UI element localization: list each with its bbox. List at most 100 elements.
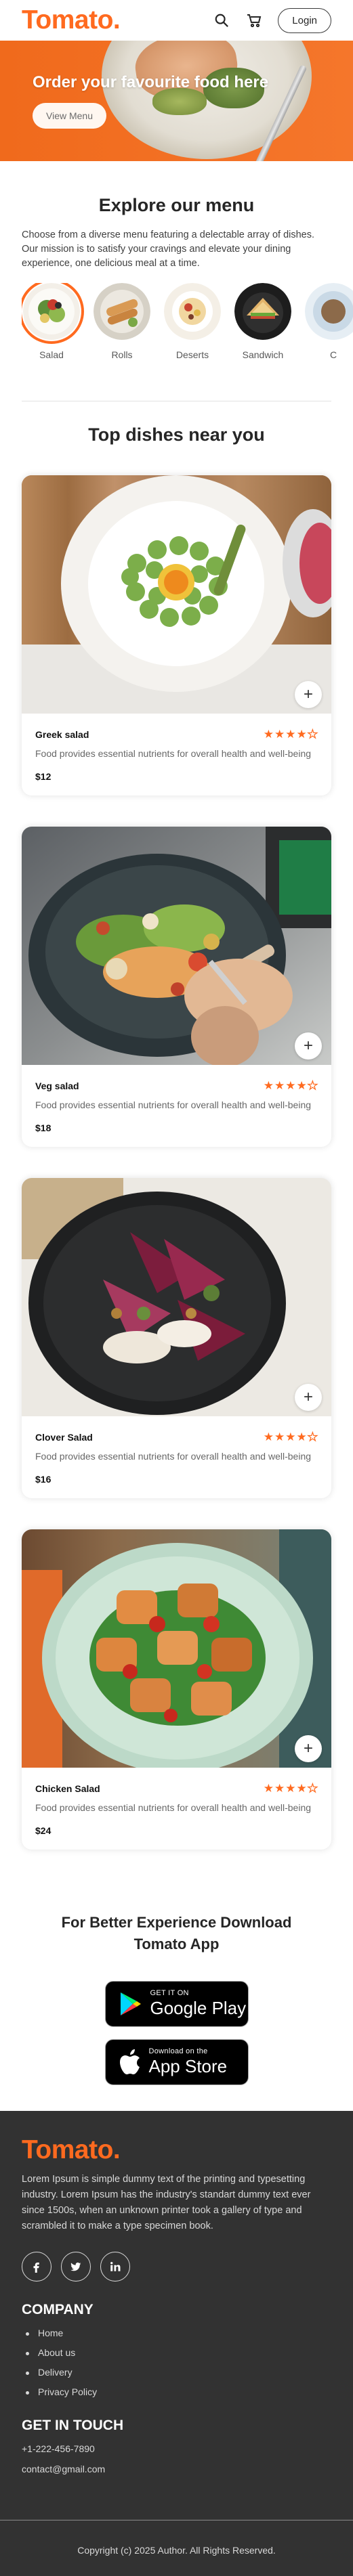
food-info: Greek salad ★ ★ ★ ★ ★ Food provides essentia… <box>22 714 331 795</box>
food-name: Chicken Salad <box>35 1783 100 1794</box>
menu-list[interactable]: Salad Rolls Deserts Sandwich C <box>22 283 353 360</box>
rating-stars: ★ ★ ★ ★ ★ <box>264 1079 318 1092</box>
menu-image <box>94 283 150 340</box>
menu-image <box>164 283 221 340</box>
company-heading: COMPANY <box>22 2302 94 2317</box>
food-price: $18 <box>35 1122 51 1133</box>
menu-item-rolls[interactable]: Rolls <box>92 283 152 360</box>
app-title-line: For Better Experience Download <box>61 1914 292 1931</box>
top-dishes-section: Top dishes near you + Greek salad ★ ★ ★ … <box>0 424 353 1850</box>
star-icon: ★ <box>285 728 296 741</box>
app-store-button[interactable]: Download on the App Store <box>104 2039 249 2085</box>
logo[interactable]: Tomato. <box>22 5 121 35</box>
food-description: Food provides essential nutrients for ov… <box>35 1802 312 1813</box>
food-header: Clover Salad ★ ★ ★ ★ ★ <box>35 1431 318 1443</box>
star-icon: ★ <box>296 1079 307 1092</box>
food-info: Veg salad ★ ★ ★ ★ ★ Food provides essential … <box>22 1065 331 1147</box>
social-links <box>22 2252 331 2282</box>
menu-item-partial[interactable]: C <box>304 283 353 360</box>
store-small-text: GET IT ON <box>150 1989 189 1997</box>
menu-image <box>305 283 353 340</box>
menu-item-deserts[interactable]: Deserts <box>163 283 222 360</box>
rating-stars: ★ ★ ★ ★ ★ <box>263 1782 318 1795</box>
star-icon: ★ <box>263 1431 274 1443</box>
star-icon: ★ <box>263 728 274 741</box>
food-info: Chicken Salad ★ ★ ★ ★ ★ Food provides essent… <box>22 1768 331 1850</box>
star-icon: ★ <box>285 1079 296 1092</box>
explore-title: Explore our menu <box>98 195 255 215</box>
app-store-text: Download on the App Store <box>149 2047 228 2077</box>
star-outline-icon: ★ <box>307 1079 318 1092</box>
nav-actions: Login <box>213 7 331 33</box>
menu-label: Sandwich <box>242 349 284 360</box>
view-menu-button[interactable]: View Menu <box>33 103 107 129</box>
food-image: + <box>22 475 331 714</box>
star-icon: ★ <box>285 1782 296 1795</box>
food-price: $24 <box>35 1825 51 1836</box>
menu-item-salad[interactable]: Salad <box>22 283 84 360</box>
contact-phone[interactable]: +1-222-456-7890 <box>22 2443 331 2454</box>
star-icon: ★ <box>263 1782 274 1795</box>
basket-icon[interactable] <box>245 12 263 29</box>
add-to-cart-button[interactable]: + <box>295 681 322 708</box>
star-icon: ★ <box>274 1431 285 1443</box>
star-outline-icon: ★ <box>307 728 318 741</box>
food-card: + Greek salad ★ ★ ★ ★ ★ Food provides essent… <box>22 475 331 795</box>
footer-link-privacy[interactable]: Privacy Policy <box>22 2386 331 2397</box>
footer-link-about[interactable]: About us <box>22 2347 331 2358</box>
food-description: Food provides essential nutrients for ov… <box>35 1451 312 1462</box>
menu-label: Rolls <box>111 349 133 360</box>
food-image: + <box>22 827 331 1065</box>
footer: Tomato. Lorem Ipsum is simple dummy text… <box>0 2111 353 2576</box>
store-small-text: Download on the <box>148 2047 208 2055</box>
hero-title: Order your favourite food here <box>33 73 269 91</box>
contact-heading: GET IN TOUCH <box>22 2418 124 2433</box>
search-icon[interactable] <box>213 12 230 29</box>
explore-menu-section: Explore our menu Choose from a diverse m… <box>0 195 353 360</box>
app-download-title: For Better Experience Download Tomato Ap… <box>22 1912 331 1955</box>
food-header: Veg salad ★ ★ ★ ★ ★ <box>35 1079 318 1092</box>
food-card: + Chicken Salad ★ ★ ★ ★ ★ Food provides esse… <box>22 1529 331 1850</box>
star-icon: ★ <box>296 728 307 741</box>
add-to-cart-button[interactable]: + <box>295 1384 322 1411</box>
rating-stars: ★ ★ ★ ★ ★ <box>264 1431 318 1443</box>
navbar: Tomato. Login <box>0 0 353 41</box>
star-icon: ★ <box>274 1782 285 1795</box>
contact-email[interactable]: contact@gmail.com <box>22 2464 331 2474</box>
star-icon: ★ <box>285 1431 296 1443</box>
food-header: Greek salad ★ ★ ★ ★ ★ <box>35 728 318 740</box>
food-card: + Veg salad ★ ★ ★ ★ ★ Food provides essentia… <box>22 827 331 1147</box>
menu-label: Deserts <box>175 349 209 360</box>
linkedin-icon[interactable] <box>100 2252 130 2282</box>
food-info: Clover Salad ★ ★ ★ ★ ★ Food provides essenti… <box>22 1416 331 1498</box>
footer-logo[interactable]: Tomato. <box>22 2135 331 2165</box>
footer-description: Lorem Ipsum is simple dummy text of the … <box>22 2174 311 2231</box>
star-outline-icon: ★ <box>307 1431 318 1443</box>
footer-link-delivery[interactable]: Delivery <box>22 2367 331 2378</box>
app-title-line: Tomato App <box>133 1936 220 1952</box>
food-name: Veg salad <box>35 1080 79 1091</box>
add-to-cart-button[interactable]: + <box>295 1735 322 1762</box>
menu-item-sandwich[interactable]: Sandwich <box>233 283 293 360</box>
hero-food-image <box>152 88 207 115</box>
food-name: Clover Salad <box>35 1431 93 1443</box>
menu-label: Salad <box>39 349 64 360</box>
menu-image <box>234 283 291 340</box>
apple-icon <box>119 2049 140 2074</box>
google-play-button[interactable]: GET IT ON Google Play <box>104 1981 249 2027</box>
dishes-title: Top dishes near you <box>88 424 265 445</box>
footer-divider <box>0 2519 353 2520</box>
add-to-cart-button[interactable]: + <box>295 1032 322 1060</box>
company-links: Home About us Delivery Privacy Policy <box>22 2328 331 2397</box>
footer-link-home[interactable]: Home <box>22 2328 331 2338</box>
hero-banner: Order your favourite food here View Menu <box>0 41 353 161</box>
food-header: Chicken Salad ★ ★ ★ ★ ★ <box>35 1782 318 1795</box>
store-big-text: Google Play <box>150 1998 247 2018</box>
facebook-icon[interactable] <box>22 2252 51 2282</box>
login-button[interactable]: Login <box>278 7 331 33</box>
star-icon: ★ <box>274 1079 285 1092</box>
rating-stars: ★ ★ ★ ★ ★ <box>264 728 318 740</box>
star-icon: ★ <box>296 1431 307 1443</box>
twitter-icon[interactable] <box>61 2252 91 2282</box>
food-name: Greek salad <box>35 728 89 740</box>
